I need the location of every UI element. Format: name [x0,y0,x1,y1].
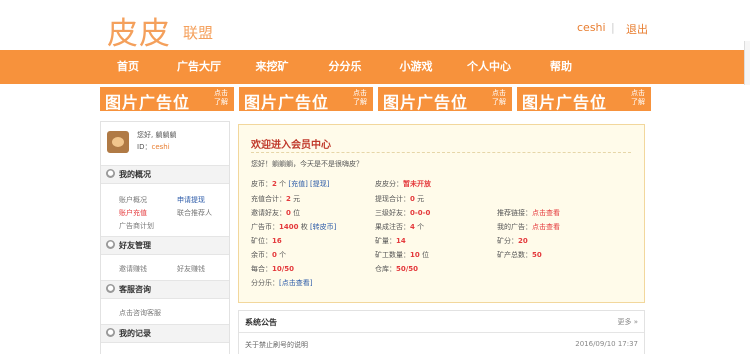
nav-fenfenle[interactable]: 分分乐 [325,50,365,84]
link-ad-plan[interactable]: 广告商计划 [119,221,154,231]
notice-title: 系统公告 [245,318,277,327]
stat-box: 每合：10/50 [251,265,295,273]
ad-banner-click-label: 点击了解 [492,89,506,106]
user-id: ID：ceshi [137,143,170,151]
ad-banner-text: 图片广告位 [244,93,330,112]
panel-title: 欢迎进入会员中心 [251,140,331,151]
section-friends[interactable]: ● 好友管理 [101,236,229,255]
nav-games[interactable]: 小游戏 [396,50,436,84]
section-support[interactable]: ● 客服咨询 [101,280,229,299]
ad-banner-click-label: 点击了解 [353,89,367,106]
link-account-recharge[interactable]: 账户充值 [119,208,147,218]
stat-mine-slots: 矿位：16 [251,237,282,245]
link-invite[interactable]: 邀请赚钱 [119,264,147,274]
withdraw-link[interactable]: [提现] [310,180,329,188]
link-account-overview[interactable]: 账户概况 [119,195,147,205]
logo[interactable]: 皮皮 [107,8,171,53]
stat-withdraw-total: 提现合计：0 元 [375,195,425,203]
avatar[interactable] [107,131,129,153]
ad-banner[interactable]: 图片广告位 点击了解 [239,87,373,112]
nav-ad-hall[interactable]: 广告大厅 [174,50,224,84]
ad-banner-row: 图片广告位 点击了解 图片广告位 点击了解 图片广告位 点击了解 图片广告位 点… [100,87,652,112]
section-title: 客服咨询 [119,285,151,294]
stat-referral-link: 推荐链接：点击查看 [497,209,560,217]
support-icon: ● [106,284,115,293]
link-joint-referrer[interactable]: 联合推荐人 [177,208,212,218]
stat-mine-score: 矿分：20 [497,237,528,245]
stat-fenfenle: 分分乐：[点击查看] [251,279,313,287]
stat-tasks: 果成注否：4 个 [375,223,425,231]
stat-balance: 余币：0 个 [251,251,287,259]
fenfenle-link[interactable]: [点击查看] [279,279,312,287]
recharge-link[interactable]: [充值] [288,180,307,188]
link-consult-support[interactable]: 点击咨询客服 [119,308,161,318]
stat-mine-output: 矿产总数：50 [497,251,542,259]
stat-level3-friends: 三级好友：0-0-0 [375,209,431,217]
my-ads-link[interactable]: 点击查看 [532,223,560,231]
notice-more-link[interactable]: 更多 » [617,317,638,327]
friends-icon: ● [106,240,115,249]
ad-banner-click-label: 点击了解 [631,89,645,106]
nav-help[interactable]: 帮助 [544,50,578,84]
nav-home[interactable]: 首页 [110,50,146,84]
user-id-value: ceshi [151,143,170,151]
section-records[interactable]: ● 我的记录 [101,324,229,343]
user-icon: ● [106,169,115,178]
sidebar: 您好, 躺躺躺 ID：ceshi ● 我的概况 账户概况 申请提现 账户充值 联… [100,121,230,354]
notice-date: 2016/09/10 17:37 [575,340,638,348]
nav-user-center[interactable]: 个人中心 [464,50,514,84]
ad-banner-text: 图片广告位 [105,93,191,112]
stat-recharge-total: 充值合计：2 元 [251,195,301,203]
ad-banner[interactable]: 图片广告位 点击了解 [378,87,512,112]
header: 皮皮 联盟 ceshi | 退出 [0,0,750,53]
notice-item[interactable]: 关于禁止刷号的说明 [245,340,308,350]
logo-subtitle: 联盟 [183,24,214,42]
stat-invited-friends: 邀请好友：0 位 [251,209,301,217]
stat-my-ads: 我的广告：点击查看 [497,223,560,231]
stat-mine-amount: 矿量：14 [375,237,406,245]
record-icon: ● [106,328,115,337]
system-notice: 系统公告 更多 » 关于禁止刷号的说明 2016/09/10 17:37 [238,310,645,354]
greeting: 您好, 躺躺躺 [137,131,177,139]
section-title: 我的概况 [119,170,151,179]
username-link[interactable]: ceshi [577,21,606,34]
ad-banner[interactable]: 图片广告位 点击了解 [517,87,651,112]
convert-coins-link[interactable]: [转皮币] [310,223,336,231]
stat-miners: 矿工数量：10 位 [375,251,429,259]
logout-link[interactable]: 退出 [626,21,648,37]
section-title: 我的记录 [119,329,151,338]
header-separator: | [611,21,615,34]
member-center-panel: 欢迎进入会员中心 您好！躺躺躺，今天是不是很嗨皮？ 皮币：2 个 [充值] [提… [238,124,645,303]
stat-warehouse: 仓库：50/50 [375,265,419,273]
nav-mining[interactable]: 来挖矿 [252,50,292,84]
referral-link[interactable]: 点击查看 [532,209,560,217]
section-my-overview[interactable]: ● 我的概况 [101,165,229,184]
ad-banner[interactable]: 图片广告位 点击了解 [100,87,234,112]
section-title: 好友管理 [119,241,151,250]
welcome-text: 您好！躺躺躺，今天是不是很嗨皮？ [251,160,363,168]
ad-banner-text: 图片广告位 [383,93,469,112]
link-friend-profit[interactable]: 好友赚钱 [177,264,205,274]
ad-banner-text: 图片广告位 [522,93,608,112]
link-apply-withdraw[interactable]: 申请提现 [177,195,205,205]
stat-ad-coins: 广告币：1400 枚 [转皮币] [251,223,337,231]
stat-score: 皮皮分：暂未开放 [375,180,431,188]
ad-banner-click-label: 点击了解 [214,89,228,106]
stat-coins: 皮币：2 个 [充值] [提现] [251,180,330,188]
main-nav: 首页 广告大厅 来挖矿 分分乐 小游戏 个人中心 帮助 [0,50,750,84]
window-edge [744,41,750,85]
